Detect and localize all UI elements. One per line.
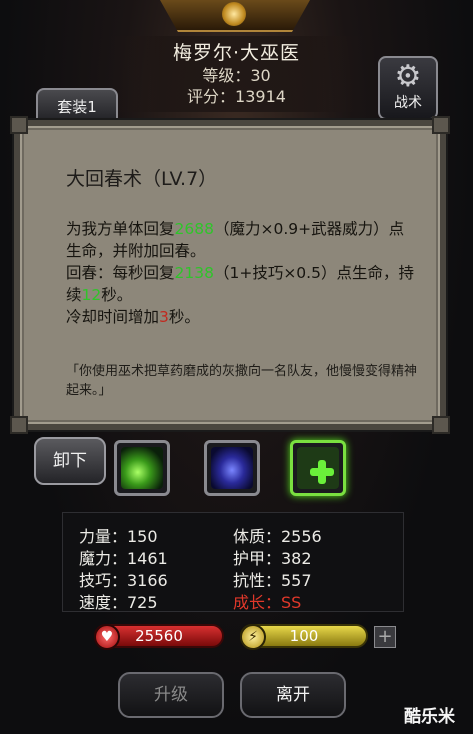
blue-demon-skill-icon bbox=[211, 447, 253, 489]
desc-text: 回春：每秒回复 bbox=[66, 264, 175, 282]
skill-description: 为我方单体回复2688（魔力×0.9+武器威力）点生命，并附加回春。 回春：每秒… bbox=[66, 218, 418, 328]
corner-ornament bbox=[432, 116, 450, 134]
regen-value: 2138 bbox=[174, 264, 214, 282]
stat-resistance: 抗性：557 bbox=[233, 571, 312, 590]
leave-button[interactable]: 离开 bbox=[240, 672, 346, 718]
stat-strength: 力量：150 bbox=[79, 527, 158, 546]
energy-bar: ⚡ 100 bbox=[240, 624, 368, 650]
desc-text: 冷却时间增加 bbox=[66, 308, 160, 326]
stats-panel: 力量：150 魔力：1461 技巧：3166 速度：725 体质：2556 护甲… bbox=[62, 512, 404, 612]
stat-magic: 魔力：1461 bbox=[79, 549, 168, 568]
duration-value: 12 bbox=[81, 286, 102, 304]
skill-slot-3[interactable] bbox=[290, 440, 346, 496]
cooldown-value: 3 bbox=[159, 308, 169, 326]
corner-ornament bbox=[432, 416, 450, 434]
unequip-button[interactable]: 卸下 bbox=[34, 437, 106, 485]
hero-header: 梅罗尔·大巫医 等级：30 评分：13914 bbox=[110, 36, 363, 112]
gem-icon bbox=[222, 2, 246, 26]
gear-icon: ⚙ bbox=[394, 59, 422, 94]
skill-title: 大回春术（LV.7） bbox=[66, 168, 218, 190]
energy-value: 100 bbox=[289, 627, 319, 645]
desc-text: 为我方单体回复 bbox=[66, 220, 175, 238]
stat-constitution: 体质：2556 bbox=[233, 527, 322, 546]
skill-slot-2[interactable] bbox=[204, 440, 260, 496]
hero-score: 评分：13914 bbox=[187, 87, 286, 106]
stat-armor: 护甲：382 bbox=[233, 549, 312, 568]
stat-growth: 成长：SS bbox=[233, 593, 302, 612]
top-ornament bbox=[160, 0, 310, 32]
upgrade-button[interactable]: 升级 bbox=[118, 672, 224, 718]
add-energy-button[interactable]: + bbox=[374, 626, 396, 648]
skill-slot-1[interactable] bbox=[114, 440, 170, 496]
heal-cross-skill-icon bbox=[297, 447, 339, 489]
hero-name: 梅罗尔·大巫医 bbox=[172, 42, 301, 64]
green-spirit-skill-icon bbox=[121, 447, 163, 489]
tactic-button[interactable]: ⚙ 战术 bbox=[378, 56, 438, 120]
tactic-label: 战术 bbox=[394, 95, 422, 111]
flavor-text: 「你使用巫术把草药磨成的灰撒向一名队友，他慢慢变得精神起来。」 bbox=[66, 364, 418, 398]
stat-speed: 速度：725 bbox=[79, 593, 158, 612]
hp-bar: ♥ 25560 bbox=[94, 624, 224, 650]
heal-value: 2688 bbox=[174, 220, 214, 238]
stat-skill: 技巧：3166 bbox=[79, 571, 168, 590]
hero-level: 等级：30 bbox=[202, 66, 271, 85]
corner-ornament bbox=[10, 416, 28, 434]
skill-tooltip: 大回春术（LV.7） 为我方单体回复2688（魔力×0.9+武器威力）点生命，并… bbox=[10, 116, 450, 434]
corner-ornament bbox=[10, 116, 28, 134]
desc-text: 秒。 bbox=[168, 308, 200, 326]
desc-text: 秒。 bbox=[101, 286, 133, 304]
hp-value: 25560 bbox=[135, 627, 183, 645]
watermark: 酷乐米 bbox=[404, 707, 455, 727]
